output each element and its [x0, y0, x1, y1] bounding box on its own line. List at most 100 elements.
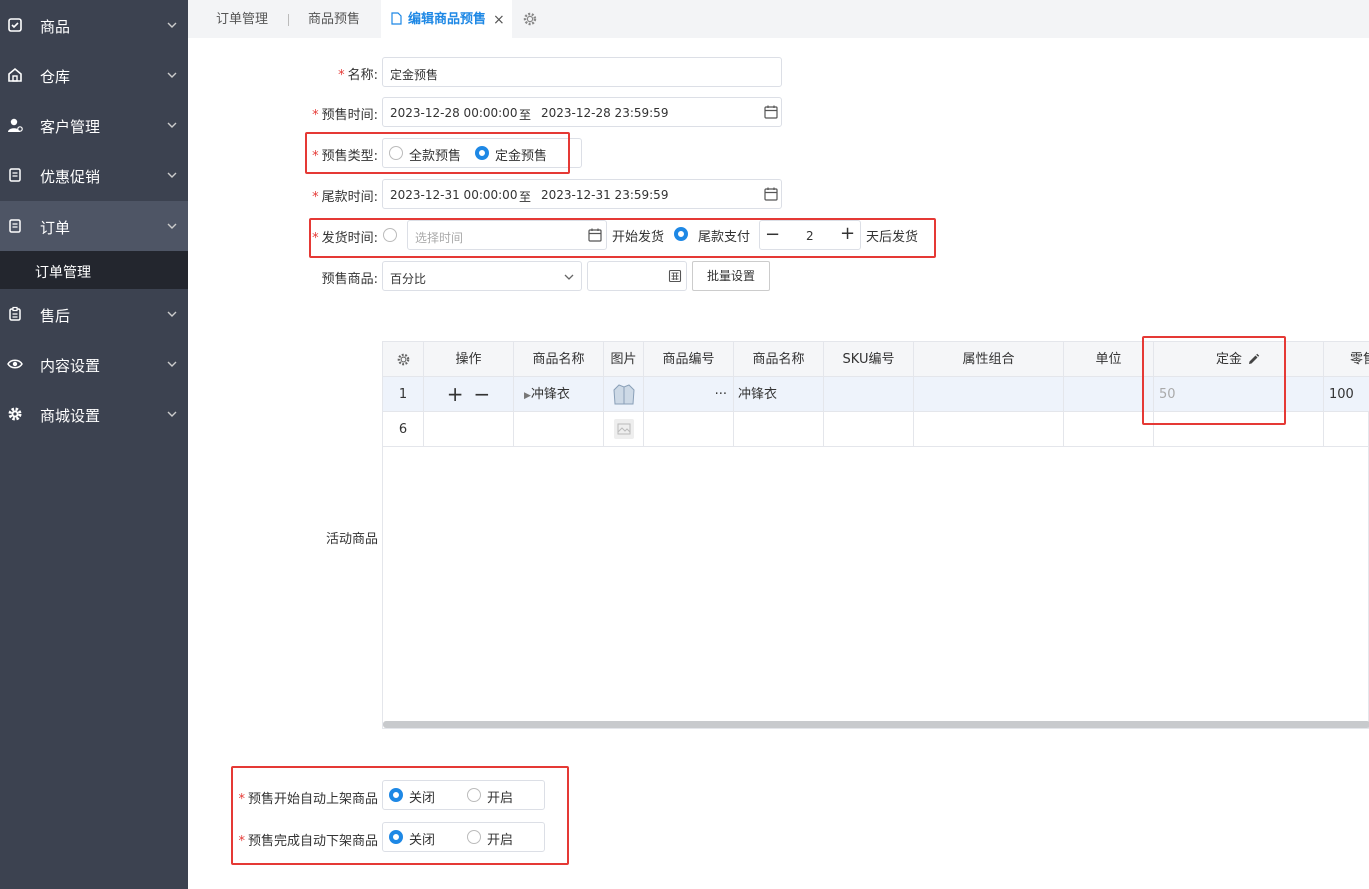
tab-label: 编辑商品预售	[408, 12, 487, 27]
sidebar-item-promotions[interactable]: 优惠促销	[0, 150, 188, 200]
document-icon	[9, 168, 21, 182]
name-input[interactable]: 定金预售	[382, 57, 782, 87]
highlight-box	[231, 766, 569, 865]
chevron-down-icon	[167, 172, 177, 178]
presale-value-input[interactable]	[587, 261, 687, 291]
chevron-down-icon	[167, 223, 177, 229]
tab-divider	[288, 14, 289, 26]
balance-time-label: * 尾款时间:	[312, 190, 378, 205]
sidebar-item-label: 优惠促销	[40, 168, 101, 186]
chevron-down-icon	[167, 311, 177, 317]
column-header: 图片	[604, 342, 644, 377]
name-label: * 名称:	[338, 68, 378, 83]
presale-goods-select[interactable]: 百分比	[382, 261, 582, 291]
sidebar-item-label: 订单	[40, 219, 71, 237]
balance-start: 2023-12-31 00:00:00	[390, 188, 518, 202]
product-image-cell	[604, 412, 644, 447]
image-placeholder-icon[interactable]	[613, 418, 635, 440]
column-header: 操作	[424, 342, 514, 377]
column-header: 商品编号	[644, 342, 734, 377]
column-header: 商品名称	[734, 342, 824, 377]
sidebar-item-goods[interactable]: 商品	[0, 0, 188, 50]
chevron-down-icon	[564, 274, 574, 280]
tab-presale-goods[interactable]: 商品预售	[308, 0, 360, 38]
name-value: 定金预售	[390, 68, 439, 82]
gear-icon	[8, 407, 22, 421]
attribute-combo	[914, 377, 1064, 412]
warehouse-icon	[8, 67, 22, 82]
sidebar-item-content-settings[interactable]: 内容设置	[0, 339, 188, 389]
close-icon[interactable]: ×	[493, 0, 505, 40]
select-value: 百分比	[390, 272, 427, 286]
jacket-image-icon[interactable]	[612, 382, 636, 408]
row-index: 6	[383, 412, 424, 447]
product-name-cell: ▶冲锋衣	[514, 377, 604, 412]
column-header: 属性组合	[914, 342, 1064, 377]
sidebar: 商品 仓库 客户管理 优惠促销 订单 订单管理 售后 内容设置 商城设置	[0, 0, 188, 889]
chevron-down-icon	[167, 22, 177, 28]
column-header: 零售	[1350, 352, 1369, 367]
clipboard-icon	[9, 306, 21, 321]
gear-icon[interactable]	[522, 11, 538, 27]
chevron-down-icon	[167, 122, 177, 128]
main-content: * 名称: 定金预售 * 预售时间: 2023-12-28 00:00:00 至 2…	[188, 38, 1369, 889]
product-name-cell	[514, 412, 604, 447]
user-settings-icon	[8, 118, 23, 132]
batch-set-button[interactable]: 批量设置	[692, 261, 770, 291]
sidebar-item-label: 仓库	[40, 68, 71, 86]
highlight-box	[305, 132, 570, 174]
unit	[1064, 412, 1154, 447]
chevron-down-icon	[167, 361, 177, 367]
sidebar-item-customers[interactable]: 客户管理	[0, 100, 188, 150]
expand-arrow-icon[interactable]: ▶	[524, 391, 531, 401]
row-actions: + −	[424, 377, 514, 412]
product-image-cell	[604, 377, 644, 412]
horizontal-scrollbar[interactable]	[383, 721, 1369, 728]
sku-code	[824, 412, 914, 447]
highlight-box	[1142, 336, 1286, 425]
range-separator: 至	[519, 190, 532, 204]
eye-icon	[7, 359, 23, 369]
sidebar-item-orders[interactable]: 订单	[0, 201, 188, 251]
calendar-icon	[764, 187, 778, 201]
presale-time-range[interactable]: 2023-12-28 00:00:00 至 2023-12-28 23:59:5…	[382, 97, 782, 127]
file-icon	[391, 12, 402, 25]
presale-time-label: * 预售时间:	[312, 108, 378, 123]
tab-bar: 订单管理 商品预售 编辑商品预售 ×	[188, 0, 1369, 38]
sidebar-subitem-label: 订单管理	[35, 265, 91, 281]
chevron-down-icon	[167, 72, 177, 78]
sidebar-item-after-sales[interactable]: 售后	[0, 289, 188, 339]
unit	[1064, 377, 1154, 412]
sidebar-item-warehouse[interactable]: 仓库	[0, 50, 188, 100]
column-header: 商品名称	[514, 342, 604, 377]
range-separator: 至	[519, 108, 532, 122]
retail-price	[1324, 412, 1369, 447]
product-code[interactable]: ···	[644, 377, 734, 412]
tab-order-management[interactable]: 订单管理	[216, 0, 268, 38]
sidebar-item-label: 内容设置	[40, 357, 101, 375]
balance-end: 2023-12-31 23:59:59	[541, 188, 669, 202]
sku-code	[824, 377, 914, 412]
highlight-box	[309, 218, 936, 258]
column-header: 单位	[1064, 342, 1154, 377]
product-code	[644, 412, 734, 447]
column-header: SKU编号	[824, 342, 914, 377]
attribute-combo	[914, 412, 1064, 447]
balance-time-range[interactable]: 2023-12-31 00:00:00 至 2023-12-31 23:59:5…	[382, 179, 782, 209]
column-settings[interactable]	[383, 342, 424, 377]
gear-icon	[397, 353, 409, 366]
calendar-icon	[764, 105, 778, 119]
sidebar-item-mall-settings[interactable]: 商城设置	[0, 389, 188, 439]
presale-goods-label: 预售商品:	[321, 272, 378, 287]
product-name-2	[734, 412, 824, 447]
chevron-down-icon	[167, 411, 177, 417]
product-name-2: 冲锋衣	[734, 377, 824, 412]
retail-price[interactable]: 100	[1324, 377, 1369, 412]
tab-edit-presale[interactable]: 编辑商品预售 ×	[381, 0, 512, 38]
calculator-icon	[668, 269, 682, 283]
remove-row-icon[interactable]: −	[474, 382, 491, 406]
row-actions	[424, 412, 514, 447]
presale-end: 2023-12-28 23:59:59	[541, 106, 669, 120]
sidebar-subitem-order-management[interactable]: 订单管理	[0, 251, 188, 289]
add-row-icon[interactable]: +	[447, 382, 464, 406]
